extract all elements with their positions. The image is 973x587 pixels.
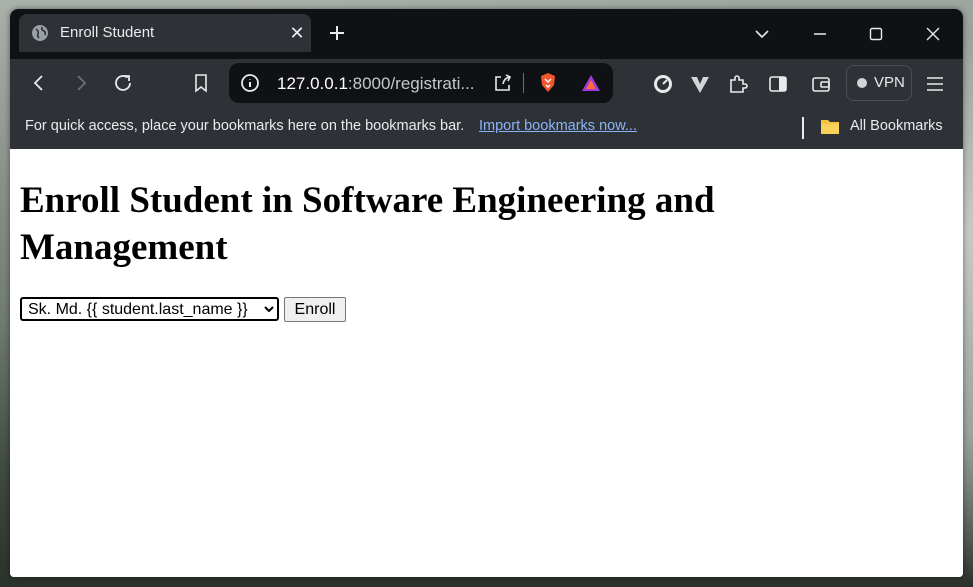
tab-enroll-student[interactable]: Enroll Student ✕ [19,14,311,52]
enroll-button[interactable]: Enroll [284,297,346,322]
vee-extension-icon[interactable] [688,72,712,96]
bookmarks-separator [802,117,804,139]
globe-icon [32,25,48,41]
page-title: Enroll Student in Software Engineering a… [20,180,715,268]
wallet-icon[interactable] [809,72,833,96]
folder-icon [821,120,839,134]
site-info-icon[interactable] [238,71,262,95]
address-bar[interactable]: 127.0.0.1:8000/registrati... [229,63,613,103]
minimize-icon[interactable] [808,22,832,46]
title-bar: Enroll Student ✕ [10,9,963,59]
extensions-puzzle-icon[interactable] [726,72,750,96]
vpn-status-icon [857,78,867,88]
browser-window: Enroll Student ✕ 127.0.0.1:8000/registra… [10,9,963,577]
maximize-icon[interactable] [864,22,888,46]
back-icon[interactable] [27,71,51,95]
bookmarks-bar-message: For quick access, place your bookmarks h… [25,118,465,134]
brave-rewards-icon[interactable] [579,71,603,95]
menu-icon[interactable] [923,72,947,96]
tab-title: Enroll Student [60,24,155,41]
bookmarks-bar: For quick access, place your bookmarks h… [10,109,963,149]
omnibox-divider [523,73,524,93]
sidebar-icon[interactable] [766,72,790,96]
navigation-toolbar: 127.0.0.1:8000/registrati... VPN [10,59,963,109]
speedreader-icon[interactable] [651,72,675,96]
vpn-label: VPN [874,74,905,91]
new-tab-icon[interactable] [326,22,348,44]
import-bookmarks-link[interactable]: Import bookmarks now... [479,118,637,134]
bookmark-icon[interactable] [189,71,213,95]
tab-search-chevron-icon[interactable] [750,22,774,46]
forward-icon[interactable] [69,71,93,95]
student-select[interactable]: Sk. Md. {{ student.last_name }} [20,297,279,321]
vpn-button[interactable]: VPN [846,65,912,101]
close-tab-icon[interactable]: ✕ [287,23,307,43]
close-window-icon[interactable] [921,22,945,46]
url-text[interactable]: 127.0.0.1:8000/registrati... [277,74,475,94]
reload-icon[interactable] [111,71,135,95]
brave-shields-icon[interactable] [536,71,560,95]
share-icon[interactable] [491,71,515,95]
all-bookmarks-button[interactable]: All Bookmarks [850,118,943,134]
page-content: Enroll Student in Software Engineering a… [10,149,963,577]
